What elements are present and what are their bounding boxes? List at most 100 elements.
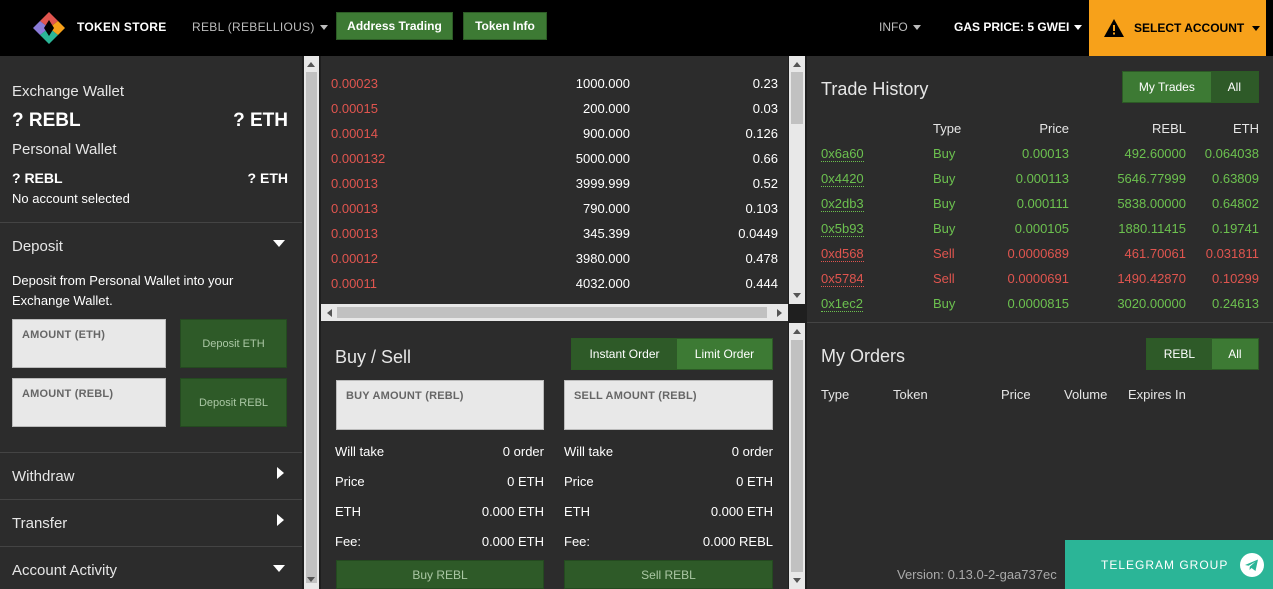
trade-price: 0.000111 bbox=[1016, 196, 1069, 211]
sell-price-label: Price bbox=[564, 474, 594, 489]
caret-right-icon[interactable] bbox=[277, 514, 284, 526]
sell-amount-input[interactable]: SELL AMOUNT (REBL) bbox=[564, 380, 773, 430]
trade-history-row[interactable]: 0x5b93 Buy 0.000105 1880.11415 0.19741 bbox=[807, 221, 1273, 241]
all-orders-tab[interactable]: All bbox=[1211, 339, 1258, 369]
brand-name[interactable]: TOKEN STORE bbox=[77, 20, 167, 34]
trade-address-link[interactable]: 0x6a60 bbox=[821, 146, 864, 162]
trade-rebl-amount: 1880.11415 bbox=[1118, 221, 1186, 236]
sell-rebl-button[interactable]: Sell REBL bbox=[564, 560, 773, 589]
trade-address-link[interactable]: 0x5784 bbox=[821, 271, 864, 287]
trade-address-link[interactable]: 0x4420 bbox=[821, 171, 864, 187]
trade-rebl-amount: 461.70061 bbox=[1124, 246, 1186, 261]
order-book-row[interactable]: 0.00013 3999.999 0.52 bbox=[331, 176, 778, 196]
select-account-button[interactable]: SELECT ACCOUNT bbox=[1089, 0, 1266, 56]
divider bbox=[0, 499, 302, 500]
exchange-eth-balance: ? ETH bbox=[233, 110, 288, 131]
order-price: 0.00013 bbox=[331, 226, 378, 241]
trade-eth-amount: 0.10299 bbox=[1212, 271, 1259, 286]
rebl-orders-tab[interactable]: REBL bbox=[1147, 339, 1212, 369]
order-book-row[interactable]: 0.00011 4032.000 0.444 bbox=[331, 276, 778, 296]
caret-right-icon[interactable] bbox=[277, 467, 284, 479]
order-book-row[interactable]: 0.00013 345.399 0.0449 bbox=[331, 226, 778, 246]
personal-wallet-title: Personal Wallet bbox=[12, 141, 117, 158]
trade-address-link[interactable]: 0xd568 bbox=[821, 246, 864, 262]
my-trades-tab[interactable]: My Trades bbox=[1123, 72, 1211, 102]
order-book-vscrollbar[interactable] bbox=[789, 56, 805, 304]
trade-history-row[interactable]: 0x4420 Buy 0.000113 5646.77999 0.63809 bbox=[807, 171, 1273, 191]
buy-price-label: Price bbox=[335, 474, 365, 489]
gas-price-label: GAS PRICE: 5 GWEI bbox=[954, 20, 1070, 34]
caret-down-icon[interactable] bbox=[273, 240, 285, 247]
account-activity-section-title[interactable]: Account Activity bbox=[12, 562, 117, 579]
wallet-panel-scrollbar[interactable] bbox=[304, 56, 319, 589]
scrollbar-thumb[interactable] bbox=[306, 72, 317, 583]
buy-amount-input[interactable]: BUY AMOUNT (REBL) bbox=[336, 380, 544, 430]
trade-history-row[interactable]: 0x6a60 Buy 0.00013 492.60000 0.064038 bbox=[807, 146, 1273, 166]
all-trades-tab[interactable]: All bbox=[1210, 72, 1258, 102]
token-store-logo[interactable] bbox=[32, 11, 66, 45]
chevron-down-icon bbox=[1252, 25, 1261, 31]
buy-amount-placeholder: BUY AMOUNT (REBL) bbox=[346, 390, 464, 402]
scroll-up-icon[interactable] bbox=[307, 62, 315, 67]
trade-rebl-amount: 3020.00000 bbox=[1117, 296, 1186, 311]
order-book-row[interactable]: 0.000132 5000.000 0.66 bbox=[331, 151, 778, 171]
trade-rebl-amount: 492.60000 bbox=[1124, 146, 1186, 161]
buy-sell-scrollbar[interactable] bbox=[789, 323, 805, 589]
limit-order-tab[interactable]: Limit Order bbox=[676, 339, 772, 369]
order-book-row[interactable]: 0.00012 3980.000 0.478 bbox=[331, 251, 778, 271]
trade-history-row[interactable]: 0x1ec2 Buy 0.0000815 3020.00000 0.24613 bbox=[807, 296, 1273, 316]
trade-eth-amount: 0.064038 bbox=[1204, 146, 1259, 161]
divider bbox=[807, 322, 1273, 323]
scrollbar-thumb[interactable] bbox=[791, 72, 803, 124]
scroll-down-icon[interactable] bbox=[307, 577, 315, 582]
trade-type: Buy bbox=[933, 221, 956, 236]
telegram-icon bbox=[1240, 552, 1265, 577]
trade-type: Sell bbox=[933, 271, 955, 286]
scroll-right-icon[interactable] bbox=[777, 309, 782, 317]
exchange-wallet-title: Exchange Wallet bbox=[12, 83, 125, 100]
gas-price-menu[interactable]: GAS PRICE: 5 GWEI bbox=[954, 20, 1083, 34]
trade-eth-amount: 0.19741 bbox=[1212, 221, 1259, 236]
telegram-group-button[interactable]: TELEGRAM GROUP bbox=[1065, 540, 1273, 589]
order-book-row[interactable]: 0.00013 790.000 0.103 bbox=[331, 201, 778, 221]
order-amount: 1000.000 bbox=[575, 76, 630, 91]
sell-price-value: 0 ETH bbox=[736, 474, 773, 489]
withdraw-section-title[interactable]: Withdraw bbox=[12, 468, 75, 485]
trade-history-row[interactable]: 0x5784 Sell 0.0000691 1490.42870 0.10299 bbox=[807, 271, 1273, 291]
amount-rebl-input[interactable]: AMOUNT (REBL) bbox=[12, 378, 166, 427]
deposit-eth-button[interactable]: Deposit ETH bbox=[180, 319, 287, 368]
info-menu[interactable]: INFO bbox=[879, 20, 921, 34]
amount-eth-input[interactable]: AMOUNT (ETH) bbox=[12, 319, 166, 368]
order-book-row[interactable]: 0.00014 900.000 0.126 bbox=[331, 126, 778, 146]
scroll-down-icon[interactable] bbox=[793, 578, 801, 583]
buy-eth-value: 0.000 ETH bbox=[481, 504, 544, 519]
scroll-up-icon[interactable] bbox=[793, 62, 801, 67]
order-book-row[interactable]: 0.00023 1000.000 0.23 bbox=[331, 76, 778, 96]
trade-address-link[interactable]: 0x1ec2 bbox=[821, 296, 863, 312]
no-account-text: No account selected bbox=[12, 191, 130, 206]
trade-type: Buy bbox=[933, 171, 956, 186]
transfer-section-title[interactable]: Transfer bbox=[12, 515, 67, 532]
buy-rebl-button[interactable]: Buy REBL bbox=[336, 560, 544, 589]
trade-address-link[interactable]: 0x5b93 bbox=[821, 221, 864, 237]
order-book-hscrollbar[interactable] bbox=[321, 304, 788, 321]
trade-history-row[interactable]: 0xd568 Sell 0.0000689 461.70061 0.031811 bbox=[807, 246, 1273, 266]
scroll-down-icon[interactable] bbox=[793, 293, 801, 298]
scrollbar-thumb[interactable] bbox=[791, 340, 803, 572]
order-book-row[interactable]: 0.00015 200.000 0.03 bbox=[331, 101, 778, 121]
chevron-down-icon bbox=[1074, 25, 1083, 31]
sell-will-take-label: Will take bbox=[564, 444, 614, 459]
deposit-section-title[interactable]: Deposit bbox=[12, 238, 63, 255]
instant-order-tab[interactable]: Instant Order bbox=[572, 339, 677, 369]
token-selector[interactable]: REBL (REBELLIOUS) bbox=[192, 20, 328, 34]
caret-down-icon[interactable] bbox=[273, 565, 285, 572]
scroll-up-icon[interactable] bbox=[793, 329, 801, 334]
scrollbar-thumb[interactable] bbox=[337, 307, 767, 318]
trade-address-link[interactable]: 0x2db3 bbox=[821, 196, 864, 212]
token-info-button[interactable]: Token Info bbox=[463, 12, 547, 40]
scroll-left-icon[interactable] bbox=[327, 309, 332, 317]
deposit-rebl-button[interactable]: Deposit REBL bbox=[180, 378, 287, 427]
personal-rebl-balance: ? REBL bbox=[12, 170, 63, 186]
trade-history-row[interactable]: 0x2db3 Buy 0.000111 5838.00000 0.64802 bbox=[807, 196, 1273, 216]
address-trading-button[interactable]: Address Trading bbox=[336, 12, 453, 40]
